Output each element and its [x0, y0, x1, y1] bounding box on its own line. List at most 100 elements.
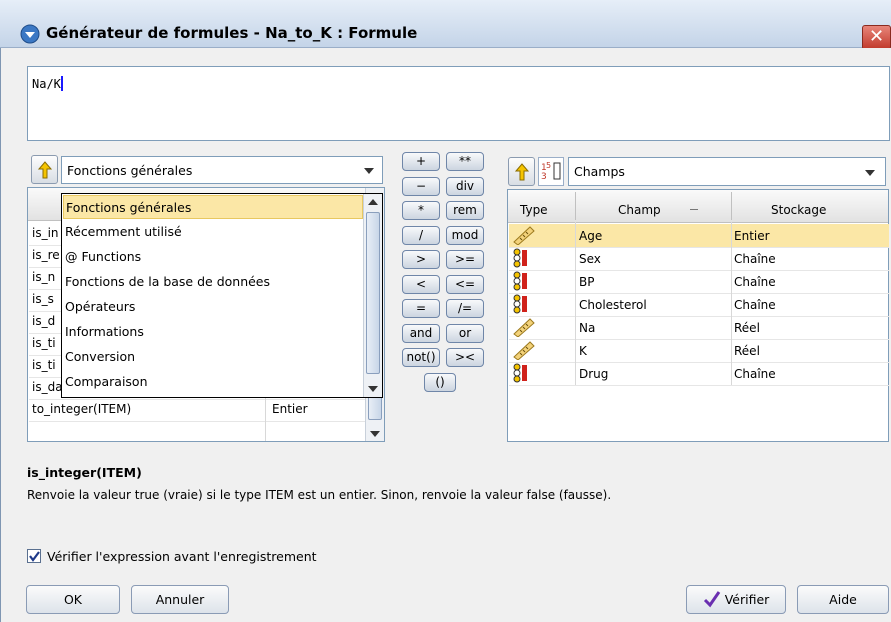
operator-button[interactable]: < — [402, 274, 440, 294]
column-divider — [731, 222, 732, 385]
operator-button[interactable]: − — [402, 176, 440, 196]
ruler-icon — [512, 317, 536, 340]
field-row[interactable]: Drug Chaîne — [509, 362, 889, 386]
ok-button[interactable]: OK — [26, 585, 120, 614]
field-row[interactable]: Na Réel — [509, 316, 889, 340]
nominal-icon — [512, 271, 536, 294]
formula-editor[interactable]: Na/K — [27, 66, 890, 141]
field-group-select[interactable]: Champs — [568, 157, 886, 186]
verify-check-icon — [703, 591, 720, 608]
operator-button[interactable]: > — [402, 250, 440, 269]
verify-button[interactable]: Vérifier — [686, 585, 786, 614]
operator-button[interactable]: >= — [446, 250, 484, 269]
field-name: Sex — [579, 252, 601, 266]
nominal-icon — [512, 248, 536, 271]
field-values-button[interactable]: 1 5 3 — [538, 157, 564, 186]
verify-checkbox[interactable] — [27, 549, 41, 563]
header-divider — [575, 192, 576, 220]
sort-icon — [690, 209, 698, 210]
field-row[interactable]: BP Chaîne — [509, 270, 889, 294]
field-storage: Chaîne — [734, 367, 776, 381]
field-row[interactable]: Sex Chaîne — [509, 247, 889, 271]
operator-button[interactable]: /= — [446, 299, 484, 318]
function-name: is_re — [32, 248, 60, 262]
dropdown-scrollbar-thumb[interactable] — [366, 212, 380, 374]
scroll-up-icon[interactable] — [368, 199, 378, 205]
window-title: Générateur de formules - Na_to_K : Formu… — [46, 24, 418, 42]
operator-button[interactable]: and — [402, 323, 440, 343]
ruler-icon — [512, 225, 536, 248]
function-group-select[interactable]: Fonctions générales — [61, 156, 383, 184]
header-type[interactable]: Type — [520, 203, 548, 217]
operator-button[interactable]: <= — [446, 274, 484, 294]
operator-button[interactable]: div — [446, 176, 484, 196]
header-divider — [731, 192, 732, 220]
operator-button[interactable]: = — [402, 299, 440, 318]
function-description: Renvoie la valeur true (vraie) si le typ… — [27, 488, 612, 502]
dropdown-option[interactable]: Conversion — [63, 345, 363, 369]
column-divider — [575, 222, 576, 385]
field-storage: Chaîne — [734, 298, 776, 312]
function-name: is_in — [32, 226, 59, 240]
field-row[interactable]: Age Entier — [509, 224, 889, 248]
field-storage: Chaîne — [734, 275, 776, 289]
operator-button[interactable]: / — [402, 225, 440, 245]
dropdown-option[interactable]: Récemment utilisé — [63, 220, 363, 244]
chevron-down-icon — [364, 168, 374, 174]
values-icon: 1 5 3 — [541, 161, 561, 182]
field-name: Drug — [579, 367, 609, 381]
field-name: BP — [579, 275, 595, 289]
svg-text:3: 3 — [541, 172, 547, 182]
operator-button[interactable]: mod — [446, 225, 484, 245]
scroll-down-icon[interactable] — [370, 431, 380, 437]
operator-button[interactable]: rem — [446, 201, 484, 220]
dropdown-option[interactable]: Fonctions de la base de données — [63, 270, 363, 294]
field-name: Na — [579, 321, 596, 335]
dropdown-option[interactable]: Informations — [63, 320, 363, 344]
insert-function-button[interactable] — [31, 155, 58, 184]
field-group-value: Champs — [574, 164, 625, 179]
operator-button[interactable]: not() — [402, 348, 440, 367]
insert-field-button[interactable] — [508, 157, 535, 186]
function-name: is_ti — [32, 358, 56, 372]
function-name: is_n — [32, 270, 56, 284]
field-storage: Chaîne — [734, 252, 776, 266]
field-row[interactable]: Cholesterol Chaîne — [509, 293, 889, 317]
ruler-icon — [512, 340, 536, 363]
field-name: Age — [579, 229, 603, 243]
up-arrow-icon — [37, 161, 52, 179]
function-signature: is_integer(ITEM) — [27, 465, 142, 480]
function-return-type: Entier — [272, 402, 308, 416]
function-name: to_integer(ITEM) — [32, 402, 132, 416]
operator-button[interactable]: + — [402, 152, 440, 171]
operator-button[interactable]: * — [402, 201, 440, 220]
help-button[interactable]: Aide — [797, 585, 889, 614]
scroll-down-icon[interactable] — [368, 386, 378, 392]
verify-checkbox-label: Vérifier l'expression avant l'enregistre… — [47, 549, 317, 564]
operator-button[interactable]: ** — [446, 152, 484, 171]
function-group-value: Fonctions générales — [67, 163, 193, 178]
function-row[interactable]: to_integer(ITEM) Entier — [29, 398, 366, 422]
operator-button[interactable]: or — [446, 323, 484, 343]
svg-text:5: 5 — [546, 161, 551, 170]
header-storage[interactable]: Stockage — [771, 203, 826, 217]
close-button[interactable]: ✕ — [862, 25, 891, 50]
function-name: is_d — [32, 314, 56, 328]
operator-button[interactable]: >< — [446, 348, 484, 367]
nominal-icon — [512, 363, 536, 386]
dropdown-option[interactable]: Fonctions générales — [63, 195, 363, 219]
dropdown-option[interactable]: Comparaison — [63, 370, 363, 394]
nominal-icon — [512, 294, 536, 317]
dropdown-option[interactable]: Opérateurs — [63, 295, 363, 319]
chevron-down-icon — [865, 170, 875, 176]
cancel-button[interactable]: Annuler — [131, 585, 229, 614]
dropdown-option[interactable]: @ Functions — [63, 245, 363, 269]
field-name: Cholesterol — [579, 298, 647, 312]
header-field[interactable]: Champ — [618, 203, 661, 217]
field-row[interactable]: K Réel — [509, 339, 889, 363]
text-cursor — [60, 76, 63, 91]
operator-button[interactable]: () — [424, 372, 456, 392]
field-table-header: Type Champ Stockage — [508, 190, 888, 223]
dropdown-scrollbar[interactable] — [363, 194, 382, 397]
field-table: Type Champ Stockage Age Entier Sex Chaîne BP… — [507, 189, 889, 442]
